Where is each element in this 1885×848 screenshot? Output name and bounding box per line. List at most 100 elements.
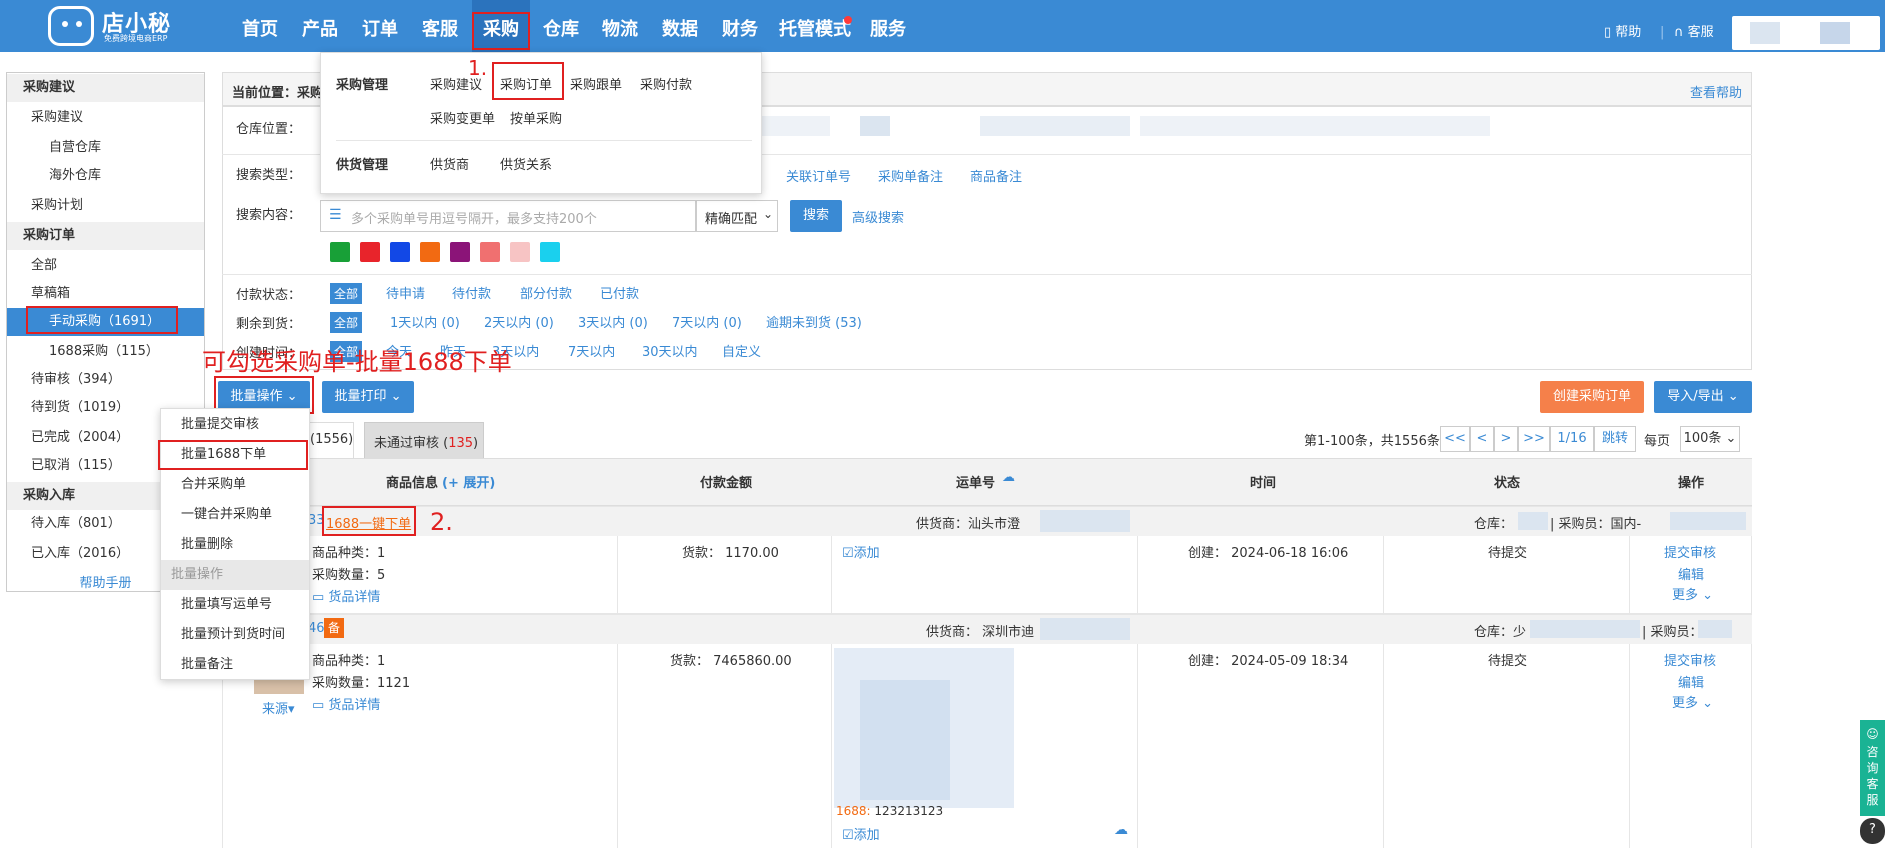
filters-pay_status_options-0[interactable]: 全部: [330, 283, 363, 304]
filters-created_options-6[interactable]: 自定义: [722, 341, 761, 360]
help-question-icon[interactable]: ?: [1860, 818, 1885, 844]
cloud-download-icon[interactable]: ☁: [1002, 470, 1015, 485]
sidebar-item-9[interactable]: 1688采购（115）: [7, 338, 204, 366]
more-link[interactable]: 更多 ⌄: [1672, 584, 1713, 603]
batch-menu-item-0[interactable]: 批量提交审核: [161, 410, 309, 440]
sidebar-item-6[interactable]: 全部: [7, 252, 204, 280]
sidebar-item-10[interactable]: 待审核（394）: [7, 366, 204, 394]
blurred-supplier: [1040, 510, 1130, 532]
filters-arrival_options-4[interactable]: 7天以内 (0): [672, 312, 742, 331]
consult-service-tab[interactable]: ☺ 咨询客服: [1860, 720, 1885, 816]
page-first-button[interactable]: <<: [1440, 426, 1470, 452]
submit-review-link[interactable]: 提交审核: [1664, 542, 1716, 561]
batch-menu-item2-1[interactable]: 批量预计到货时间: [161, 620, 309, 650]
batch-menu-item-2[interactable]: 合并采购单: [161, 470, 309, 500]
edit-link[interactable]: 编辑: [1678, 672, 1704, 691]
breadcrumb-label: 当前位置：采购: [232, 86, 324, 101]
menu-item-supplier[interactable]: 供货商: [430, 154, 469, 173]
page-last-button[interactable]: >>: [1518, 426, 1550, 452]
nav-item-5[interactable]: 仓库: [537, 0, 585, 52]
search-type-related-order[interactable]: 关联订单号: [786, 166, 851, 185]
help-link[interactable]: ▯ 帮助: [1604, 0, 1641, 52]
color-swatch-1[interactable]: [360, 242, 380, 262]
menu-item-purchase-tracking[interactable]: 采购跟单: [570, 74, 622, 93]
batch-menu-item2-0[interactable]: 批量填写运单号: [161, 590, 309, 620]
color-swatch-5[interactable]: [480, 242, 500, 262]
view-help-link[interactable]: 查看帮助: [1690, 82, 1742, 101]
page-next-button[interactable]: >: [1494, 426, 1518, 452]
menu-item-purchase-payment[interactable]: 采购付款: [640, 74, 692, 93]
batch-menu-item2-2[interactable]: 批量备注: [161, 650, 309, 680]
search-input[interactable]: ☰ 多个采购单号用逗号隔开，最多支持200个: [320, 200, 696, 232]
sidebar-item-1[interactable]: 采购建议: [7, 104, 204, 132]
filters-pay_status_options-2[interactable]: 待付款: [452, 283, 491, 302]
expand-link[interactable]: (+ 展开): [442, 472, 495, 491]
page-jump-button[interactable]: 跳转: [1594, 426, 1636, 452]
color-swatch-7[interactable]: [540, 242, 560, 262]
advanced-search-link[interactable]: 高级搜索: [852, 207, 904, 226]
create-purchase-order-button[interactable]: 创建采购订单: [1540, 381, 1644, 413]
filters-arrival_options-1[interactable]: 1天以内 (0): [390, 312, 460, 331]
match-mode-select[interactable]: 精确匹配 ⌄: [696, 200, 778, 232]
color-swatch-4[interactable]: [450, 242, 470, 262]
tab-rejected-label: 未通过审核 (135): [374, 436, 479, 451]
submit-review-link[interactable]: 提交审核: [1664, 650, 1716, 669]
filters-arrival_options-5[interactable]: 逾期未到货 (53): [766, 312, 862, 331]
filters-created_options-4[interactable]: 7天以内: [568, 341, 615, 360]
sidebar-item-4[interactable]: 采购计划: [7, 192, 204, 220]
source-link[interactable]: 来源▾: [262, 698, 295, 717]
color-swatch-0[interactable]: [330, 242, 350, 262]
filters-pay_status_options-3[interactable]: 部分付款: [520, 283, 572, 302]
filters-arrival_options-0[interactable]: 全部: [330, 312, 363, 333]
search-type-order-note[interactable]: 采购单备注: [878, 166, 943, 185]
color-swatch-6[interactable]: [510, 242, 530, 262]
more-link[interactable]: 更多 ⌄: [1672, 692, 1713, 711]
sidebar-item-2[interactable]: 自营仓库: [7, 134, 204, 162]
menu-item-change-order[interactable]: 采购变更单: [430, 108, 495, 127]
goods-detail-link[interactable]: ▭ 货品详情: [312, 586, 380, 605]
filters-arrival_options-2[interactable]: 2天以内 (0): [484, 312, 554, 331]
page-prev-button[interactable]: <: [1470, 426, 1494, 452]
cloud-download-icon[interactable]: ☁: [1114, 822, 1128, 838]
row2-time-cell: [1138, 644, 1384, 848]
nav-item-2[interactable]: 订单: [356, 0, 404, 52]
sidebar-item-0[interactable]: 采购建议: [7, 74, 204, 102]
nav-item-3[interactable]: 客服: [416, 0, 464, 52]
menu-item-order-purchase[interactable]: 按单采购: [510, 108, 562, 127]
service-link[interactable]: ∩ 客服: [1674, 0, 1714, 52]
sidebar-item-5[interactable]: 采购订单: [7, 222, 204, 250]
nav-item-1[interactable]: 产品: [296, 0, 344, 52]
add-tracking-link[interactable]: ☑添加: [842, 542, 880, 561]
logo[interactable]: 店小秘 免费跨境电商ERP: [48, 6, 218, 46]
robot-logo-icon: [48, 6, 94, 46]
page-indicator[interactable]: 1/16: [1550, 426, 1594, 452]
color-swatch-3[interactable]: [420, 242, 440, 262]
filters-pay_status_options-4[interactable]: 已付款: [600, 283, 639, 302]
col-product-info: 商品信息: [386, 476, 439, 491]
sidebar-item-7[interactable]: 草稿箱: [7, 280, 204, 308]
filters-created_options-5[interactable]: 30天以内: [642, 341, 698, 360]
filters-pay_status_options-1[interactable]: 待申请: [386, 283, 425, 302]
order-number[interactable]: 46: [308, 621, 325, 636]
nav-item-9[interactable]: 托管模式: [774, 0, 856, 52]
edit-link[interactable]: 编辑: [1678, 564, 1704, 583]
goods-detail-link[interactable]: ▭ 货品详情: [312, 694, 380, 713]
nav-item-10[interactable]: 服务: [864, 0, 912, 52]
import-export-button[interactable]: 导入/导出 ⌄: [1654, 381, 1752, 413]
sidebar-item-3[interactable]: 海外仓库: [7, 162, 204, 190]
nav-item-7[interactable]: 数据: [656, 0, 704, 52]
search-type-product-note[interactable]: 商品备注: [970, 166, 1022, 185]
menu-item-supply-relation[interactable]: 供货关系: [500, 154, 552, 173]
per-page-select[interactable]: 100条 ⌄: [1680, 426, 1740, 452]
add-tracking-link[interactable]: ☑添加: [842, 824, 880, 843]
color-swatch-2[interactable]: [390, 242, 410, 262]
batch-print-button[interactable]: 批量打印 ⌄: [322, 381, 414, 413]
filters-arrival_options-3[interactable]: 3天以内 (0): [578, 312, 648, 331]
nav-item-6[interactable]: 物流: [596, 0, 644, 52]
batch-menu-item-3[interactable]: 一键合并采购单: [161, 500, 309, 530]
batch-menu-item-4[interactable]: 批量删除: [161, 530, 309, 560]
nav-item-0[interactable]: 首页: [236, 0, 284, 52]
search-placeholder: 多个采购单号用逗号隔开，最多支持200个: [351, 212, 597, 227]
nav-item-8[interactable]: 财务: [716, 0, 764, 52]
search-button[interactable]: 搜索: [790, 200, 842, 232]
